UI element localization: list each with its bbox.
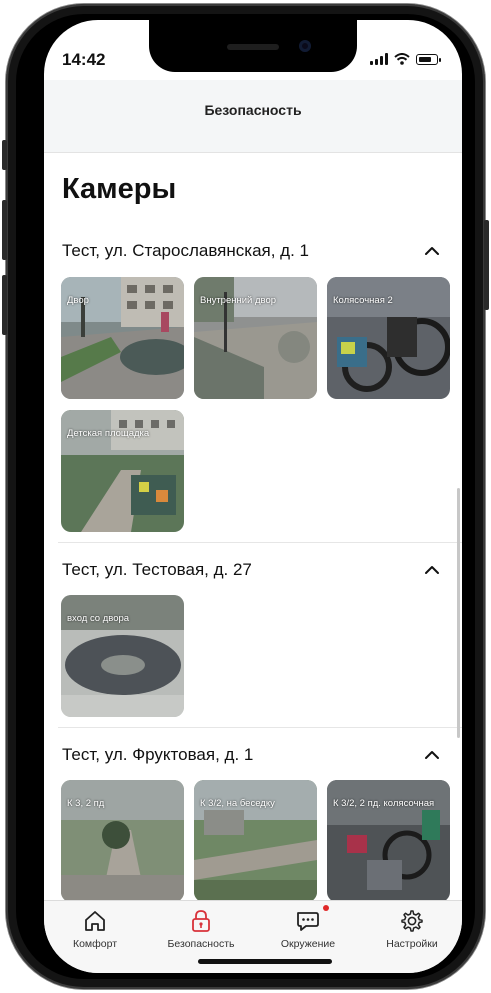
page-title: Камеры	[62, 173, 177, 205]
lock-icon	[192, 910, 210, 932]
silent-switch	[2, 140, 7, 170]
home-indicator[interactable]	[198, 959, 332, 964]
screen: 14:42 Безопасность Камеры Тест, ул. Стар…	[44, 20, 462, 973]
signal-icon	[370, 53, 388, 65]
tab-comfort[interactable]: Комфорт	[45, 909, 145, 950]
section-title[interactable]: Тест, ул. Фруктовая, д. 1	[62, 745, 253, 765]
camera-tile[interactable]: вход со двора	[61, 595, 184, 717]
chevron-up-icon[interactable]	[424, 243, 440, 259]
power-button	[484, 220, 489, 310]
scrollbar[interactable]	[457, 488, 460, 738]
notification-badge	[323, 905, 329, 911]
camera-label: Детская площадка	[67, 428, 150, 439]
notch	[149, 20, 357, 72]
camera-tile[interactable]: Детская площадка	[61, 410, 184, 532]
camera-label: К 3/2, 2 пд. колясочная	[333, 798, 435, 809]
camera-tile[interactable]: К 3, 2 пд	[61, 780, 184, 900]
header-title: Безопасность	[204, 102, 302, 118]
status-icons	[370, 53, 441, 65]
camera-label: К 3/2, на беседку	[200, 798, 275, 809]
cameras-list[interactable]: Камеры Тест, ул. Старославянская, д. 1 Д…	[44, 153, 462, 900]
camera-tile[interactable]: К 3/2, 2 пд. колясочная	[327, 780, 450, 900]
front-camera	[299, 40, 311, 52]
volume-down-button	[2, 275, 7, 335]
tab-bar: Комфорт Безопасность Окружение Настройки	[44, 900, 462, 973]
home-icon	[85, 911, 105, 931]
volume-up-button	[2, 200, 7, 260]
speaker	[227, 44, 279, 50]
camera-tile[interactable]: Двор	[61, 277, 184, 399]
section-title[interactable]: Тест, ул. Тестовая, д. 27	[62, 560, 252, 580]
chevron-up-icon[interactable]	[424, 747, 440, 763]
tab-settings[interactable]: Настройки	[362, 909, 462, 950]
tab-label: Безопасность	[167, 938, 235, 950]
camera-tile[interactable]: Внутренний двор	[194, 277, 317, 399]
section-divider	[58, 727, 462, 728]
gear-icon	[401, 910, 423, 932]
camera-tile[interactable]: К 3/2, на беседку	[194, 780, 317, 900]
nav-header: Безопасность	[44, 80, 462, 153]
tab-label: Комфорт	[72, 938, 118, 950]
camera-label: Двор	[67, 295, 89, 306]
status-time: 14:42	[62, 50, 106, 69]
chat-icon	[297, 912, 319, 931]
camera-label: вход со двора	[67, 613, 130, 624]
tab-label: Настройки	[386, 938, 438, 950]
tab-security[interactable]: Безопасность	[151, 909, 251, 950]
camera-label: Колясочная 2	[333, 295, 393, 306]
camera-tile[interactable]: Колясочная 2	[327, 277, 450, 399]
chevron-up-icon[interactable]	[424, 562, 440, 578]
camera-label: Внутренний двор	[200, 295, 277, 306]
tab-label: Окружение	[280, 938, 336, 950]
camera-label: К 3, 2 пд	[67, 798, 105, 809]
tab-environment[interactable]: Окружение	[258, 905, 358, 950]
section-title[interactable]: Тест, ул. Старославянская, д. 1	[62, 241, 309, 261]
battery-icon	[416, 53, 441, 65]
section-divider	[58, 542, 462, 543]
wifi-icon	[394, 53, 410, 65]
